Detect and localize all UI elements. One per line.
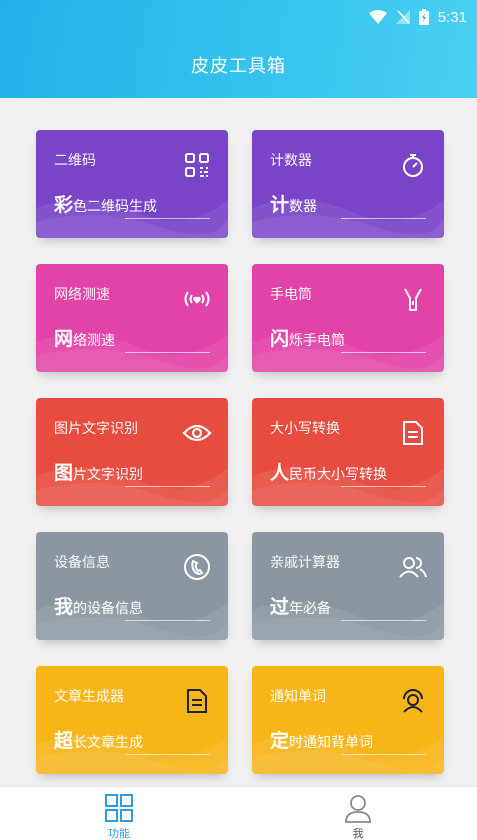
card-label: 网络测速 xyxy=(54,287,110,303)
phone-icon xyxy=(182,552,212,582)
card-underline xyxy=(125,754,210,755)
tool-card-qrcode[interactable]: 二维码 彩色二维码生成 xyxy=(36,130,228,238)
bottom-nav: 功能 我 xyxy=(0,786,477,840)
nav-label: 我 xyxy=(352,827,364,840)
card-label: 手电筒 xyxy=(270,287,312,303)
card-subtitle: 我的设备信息 xyxy=(54,596,144,618)
card-label: 文章生成器 xyxy=(54,689,124,705)
card-subtitle: 网络测速 xyxy=(54,328,116,350)
card-label: 设备信息 xyxy=(54,555,110,571)
stopwatch-icon xyxy=(398,150,428,180)
grid-icon xyxy=(105,794,133,822)
card-wave-decoration xyxy=(36,735,228,774)
tool-card-ocr[interactable]: 图片文字识别 图片文字识别 xyxy=(36,398,228,506)
card-wave-decoration xyxy=(252,199,444,238)
people-icon xyxy=(398,552,428,582)
battery-icon xyxy=(418,9,429,25)
card-subtitle: 彩色二维码生成 xyxy=(54,194,158,216)
card-underline xyxy=(341,486,426,487)
card-wave-decoration xyxy=(252,333,444,372)
card-wave-decoration xyxy=(252,735,444,774)
flashlight-icon xyxy=(398,284,428,314)
signal-heart-icon xyxy=(182,284,212,314)
card-subtitle: 闪烁手电筒 xyxy=(270,328,346,350)
tool-card-counter[interactable]: 计数器 计数器 xyxy=(252,130,444,238)
tool-card-word-reminder[interactable]: 通知单词 定时通知背单词 xyxy=(252,666,444,774)
tool-card-flashlight[interactable]: 手电筒 闪烁手电筒 xyxy=(252,264,444,372)
card-underline xyxy=(341,754,426,755)
card-wave-decoration xyxy=(36,467,228,506)
eye-icon xyxy=(182,418,212,448)
app-header: 5:31 皮皮工具箱 xyxy=(0,0,477,98)
article-icon xyxy=(182,686,212,716)
card-underline xyxy=(125,486,210,487)
card-subtitle: 过年必备 xyxy=(270,596,332,618)
page-title: 皮皮工具箱 xyxy=(191,56,286,77)
no-signal-icon xyxy=(395,10,410,24)
card-label: 通知单词 xyxy=(270,689,326,705)
person-icon xyxy=(345,795,371,823)
tool-card-speedtest[interactable]: 网络测速 网络测速 xyxy=(36,264,228,372)
card-underline xyxy=(125,352,210,353)
card-underline xyxy=(341,352,426,353)
nav-item-me[interactable]: 我 xyxy=(318,793,398,840)
card-label: 亲戚计算器 xyxy=(270,555,340,571)
tool-card-relative-calc[interactable]: 亲戚计算器 过年必备 xyxy=(252,532,444,640)
card-subtitle: 超长文章生成 xyxy=(54,730,144,752)
card-label: 计数器 xyxy=(270,153,312,169)
card-subtitle: 人民币大小写转换 xyxy=(270,462,388,484)
card-label: 二维码 xyxy=(54,153,96,169)
document-icon xyxy=(398,418,428,448)
card-wave-decoration xyxy=(36,199,228,238)
qrcode-icon xyxy=(182,150,212,180)
card-wave-decoration xyxy=(252,467,444,506)
card-wave-decoration xyxy=(252,601,444,640)
nav-item-functions[interactable]: 功能 xyxy=(79,793,159,840)
tool-card-case-convert[interactable]: 大小写转换 人民币大小写转换 xyxy=(252,398,444,506)
card-subtitle: 计数器 xyxy=(270,194,318,216)
status-time: 5:31 xyxy=(437,8,467,26)
card-wave-decoration xyxy=(36,333,228,372)
card-subtitle: 图片文字识别 xyxy=(54,462,144,484)
tool-grid: 二维码 彩色二维码生成 计数器 计数器 网络测速 网络测速 手电筒 闪烁手电筒 xyxy=(36,130,444,774)
card-label: 大小写转换 xyxy=(270,421,340,437)
card-underline xyxy=(341,218,426,219)
status-bar: 5:31 xyxy=(368,6,467,28)
card-underline xyxy=(341,620,426,621)
card-underline xyxy=(125,218,210,219)
nav-label: 功能 xyxy=(108,827,130,840)
card-label: 图片文字识别 xyxy=(54,421,138,437)
wifi-icon xyxy=(368,10,387,24)
tool-card-device-info[interactable]: 设备信息 我的设备信息 xyxy=(36,532,228,640)
card-underline xyxy=(125,620,210,621)
card-wave-decoration xyxy=(36,601,228,640)
tool-card-article-gen[interactable]: 文章生成器 超长文章生成 xyxy=(36,666,228,774)
reminder-icon xyxy=(398,686,428,716)
card-subtitle: 定时通知背单词 xyxy=(270,730,374,752)
